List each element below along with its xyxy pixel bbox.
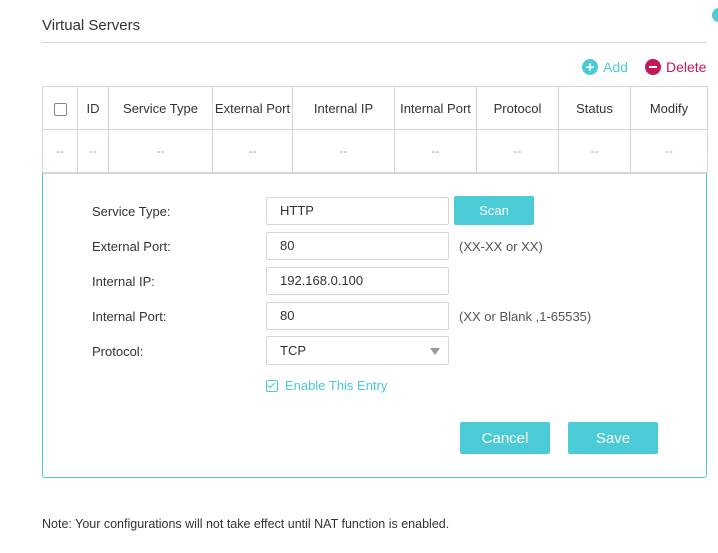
help-icon[interactable] (712, 8, 718, 22)
service-type-label: Service Type: (92, 204, 171, 219)
internal-ip-label: Internal IP: (92, 274, 155, 289)
nat-note: Note: Your configurations will not take … (42, 517, 450, 531)
internal-ip-input[interactable]: 192.168.0.100 (266, 267, 449, 295)
protocol-selected-value: TCP (280, 343, 306, 358)
delete-label: Delete (666, 59, 707, 75)
delete-button[interactable]: Delete (645, 59, 706, 75)
service-type-input[interactable]: HTTP (266, 197, 449, 225)
col-header-internal-ip: Internal IP (292, 86, 395, 130)
internal-port-input[interactable]: 80 (266, 302, 449, 330)
external-port-hint: (XX-XX or XX) (459, 239, 543, 254)
table-cell: -- (108, 129, 213, 173)
plus-icon: + (582, 59, 598, 75)
enable-entry-label: Enable This Entry (285, 378, 388, 393)
select-all-cell[interactable] (42, 86, 78, 130)
chevron-down-icon (430, 348, 440, 355)
col-header-external-port: External Port (212, 86, 293, 130)
table-cell: -- (212, 129, 293, 173)
external-port-label: External Port: (92, 239, 171, 254)
virtual-servers-table: ID Service Type External Port Internal I… (42, 86, 708, 173)
col-header-internal-port: Internal Port (394, 86, 477, 130)
col-header-status: Status (558, 86, 631, 130)
table-cell: -- (394, 129, 477, 173)
external-port-input[interactable]: 80 (266, 232, 449, 260)
col-header-id: ID (77, 86, 109, 130)
section-title: Virtual Servers (42, 17, 141, 34)
protocol-label: Protocol: (92, 344, 144, 359)
table-cell: -- (476, 129, 559, 173)
cancel-button[interactable]: Cancel (460, 422, 550, 454)
title-divider (42, 42, 707, 43)
table-cell: -- (558, 129, 631, 173)
table-cell: -- (292, 129, 395, 173)
scan-button[interactable]: Scan (454, 196, 534, 225)
table-row: -- -- -- -- -- -- -- -- -- (42, 129, 708, 173)
minus-icon (645, 59, 661, 75)
table-cell: -- (42, 129, 78, 173)
internal-port-label: Internal Port: (92, 309, 167, 324)
internal-port-hint: (XX or Blank ,1-65535) (459, 309, 592, 324)
enable-entry-checkbox[interactable]: Enable This Entry (266, 378, 387, 393)
save-button[interactable]: Save (568, 422, 658, 454)
table-header-row: ID Service Type External Port Internal I… (42, 86, 708, 130)
col-header-service-type: Service Type (108, 86, 213, 130)
add-label: Add (603, 59, 628, 75)
col-header-modify: Modify (630, 86, 708, 130)
table-cell: -- (77, 129, 109, 173)
select-all-checkbox[interactable] (53, 102, 67, 116)
checkbox-checked-icon (266, 379, 278, 392)
add-button[interactable]: + Add (582, 59, 628, 75)
protocol-select[interactable]: TCP (266, 336, 449, 365)
table-cell: -- (630, 129, 708, 173)
col-header-protocol: Protocol (476, 86, 559, 130)
